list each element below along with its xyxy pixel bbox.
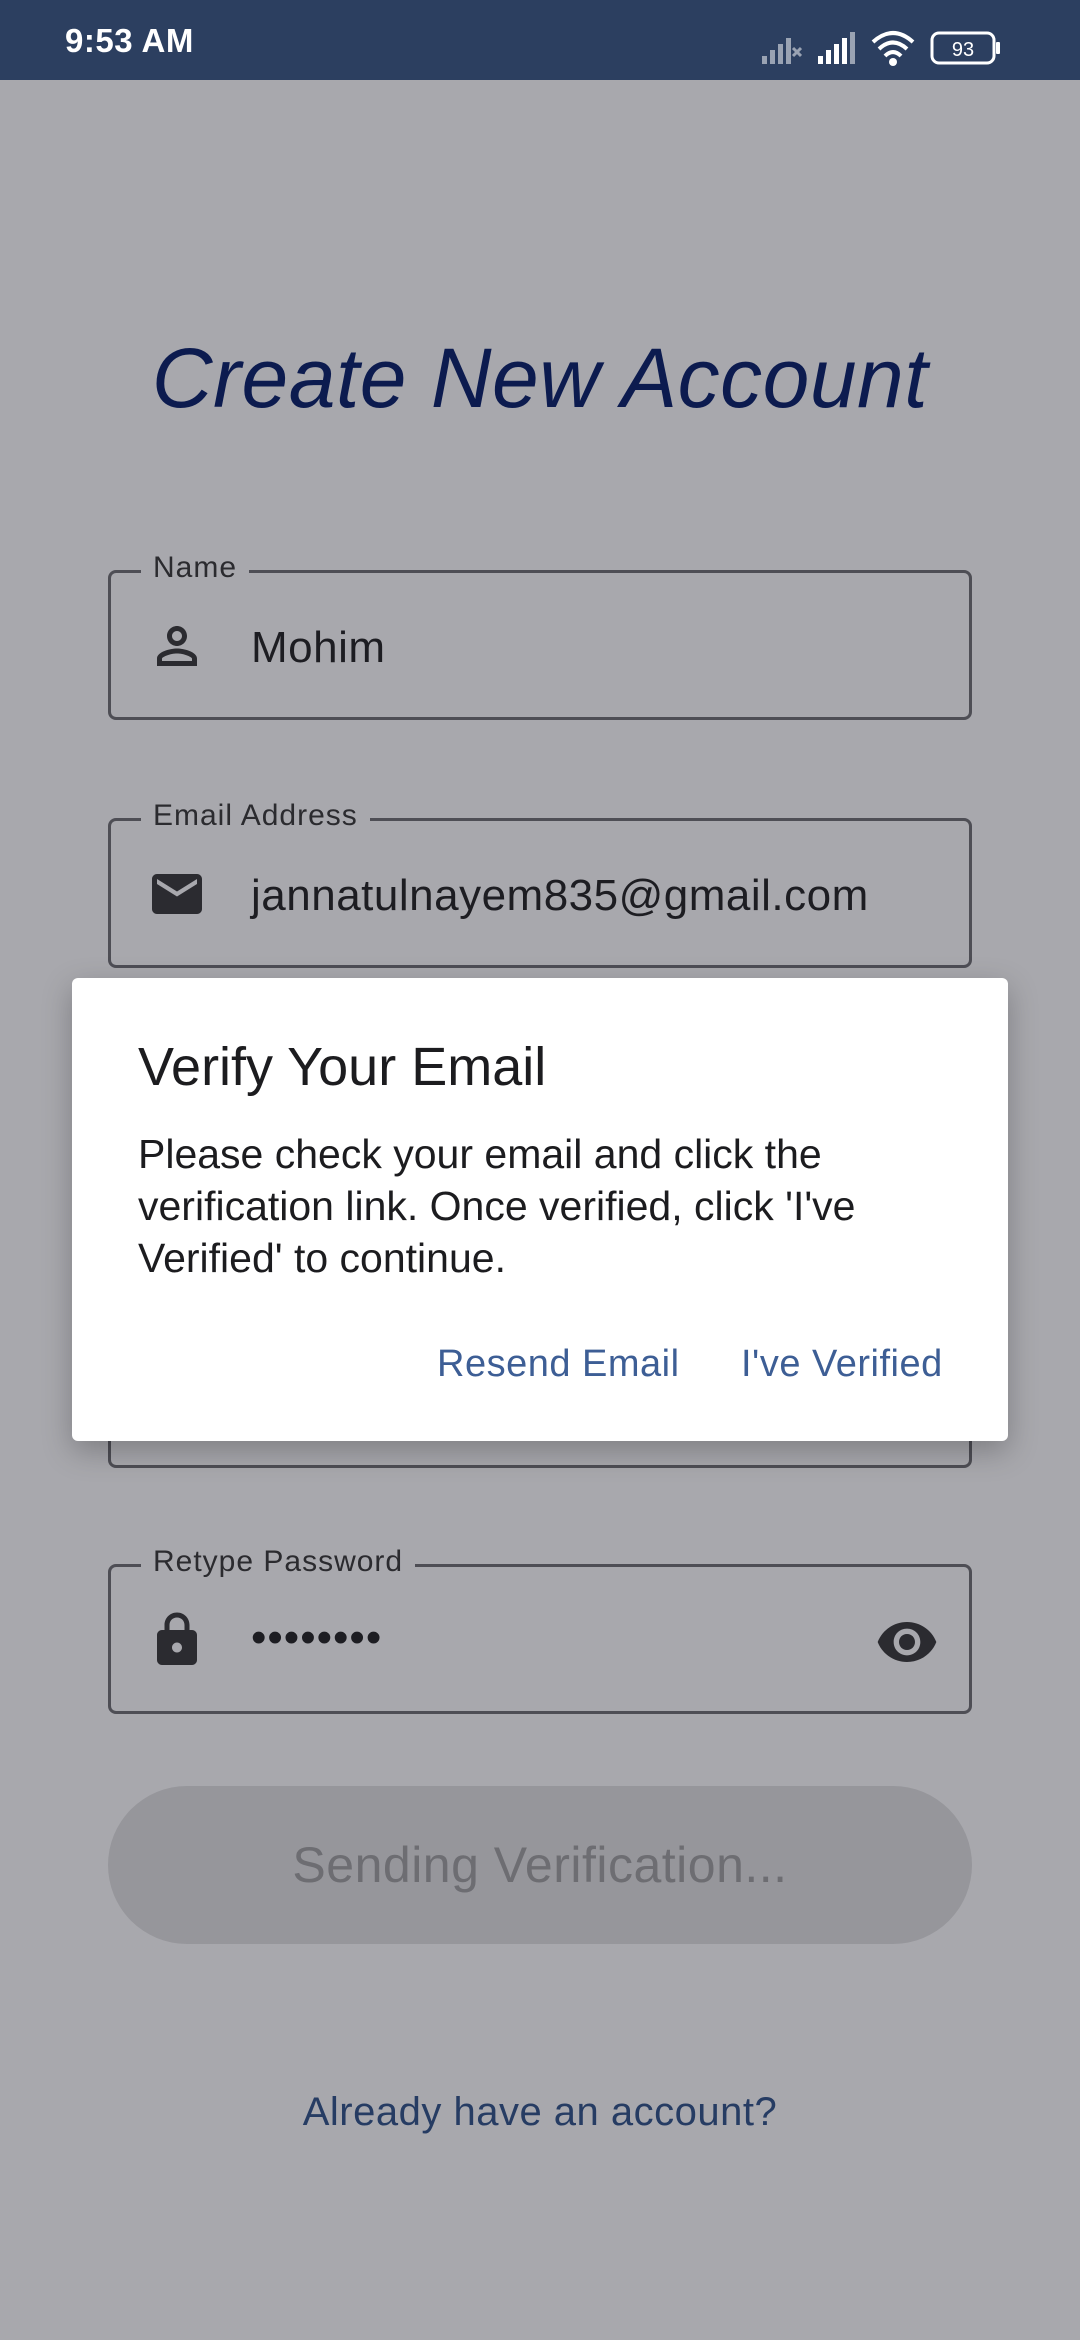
name-field-label: Name: [141, 551, 250, 585]
page-title: Create New Account: [151, 331, 929, 425]
mail-icon: [152, 874, 202, 914]
ive-verified-button[interactable]: I've Verified: [741, 1343, 943, 1386]
email-field-label: Email Address: [141, 799, 370, 833]
battery-level: 93: [952, 39, 974, 61]
status-icons: 93: [760, 30, 1020, 70]
status-time: 9:53 AM: [65, 22, 194, 59]
verify-email-dialog: Verify Your Email Please check your emai…: [72, 978, 1008, 1441]
signal-weak-icon: [762, 38, 802, 64]
wifi-icon: [871, 31, 915, 66]
dialog-title: Verify Your Email: [138, 1037, 547, 1097]
email-field[interactable]: Email Address jannatulnayem835@gmail.com: [108, 799, 972, 968]
eye-icon[interactable]: [875, 1610, 939, 1674]
lock-icon: [157, 1612, 197, 1665]
retype-password-value: ••••••••: [251, 1613, 383, 1662]
resend-email-button[interactable]: Resend Email: [437, 1343, 680, 1386]
retype-password-field[interactable]: Retype Password ••••••••: [108, 1545, 972, 1714]
dialog-body: Please check your email and click the ve…: [138, 1131, 856, 1281]
already-have-account-link[interactable]: Already have an account?: [0, 2090, 1080, 2135]
name-field[interactable]: Name Mohim: [108, 551, 972, 720]
email-field-value: jannatulnayem835@gmail.com: [251, 871, 869, 920]
battery-icon: 93: [930, 31, 1000, 65]
person-icon: [157, 626, 197, 666]
retype-password-label: Retype Password: [141, 1545, 416, 1579]
signal-icon: [818, 32, 855, 64]
sending-verification-button[interactable]: Sending Verification...: [108, 1786, 972, 1944]
status-bar: 9:53 AM 93: [0, 0, 1080, 80]
name-field-value: Mohim: [251, 623, 386, 672]
